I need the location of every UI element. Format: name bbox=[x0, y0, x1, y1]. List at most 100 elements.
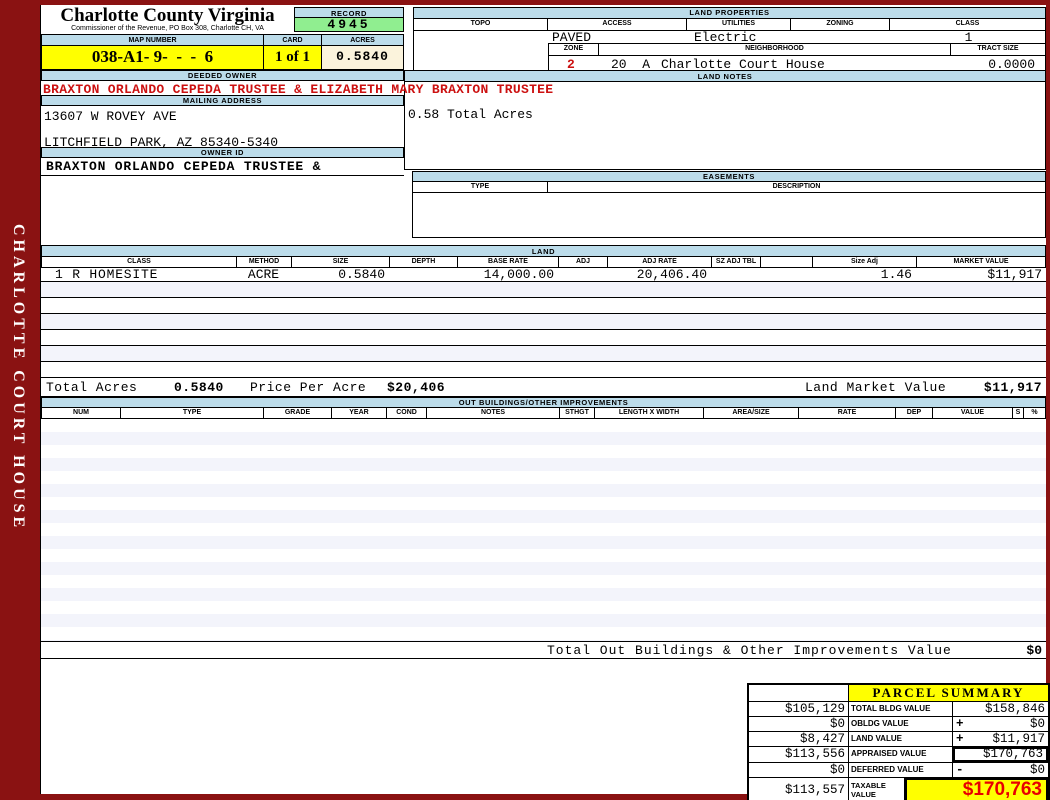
owner-id-header: OWNER ID bbox=[41, 147, 404, 158]
ps-row-obldg: $0 OBLDG VALUE + $0 bbox=[749, 716, 1048, 731]
land-empty-row bbox=[41, 362, 1046, 378]
ps-label-deferred: DEFERRED VALUE bbox=[849, 763, 953, 777]
land-properties-values: PAVED Electric 1 bbox=[414, 30, 1045, 45]
land-col-size: SIZE bbox=[292, 257, 390, 267]
ps-label-total-bldg: TOTAL BLDG VALUE bbox=[849, 702, 953, 716]
ob-col-num: NUM bbox=[42, 408, 121, 418]
address-line1: 13607 W ROVEY AVE bbox=[44, 109, 177, 124]
ps-row-deferred: $0 DEFERRED VALUE - $0 bbox=[749, 762, 1048, 777]
sidebar-vertical-banner: CHARLOTTE COURT HOUSE bbox=[10, 224, 27, 532]
ob-col-notes: NOTES bbox=[427, 408, 560, 418]
map-number-value: 038-A1- 9- - - 6 bbox=[42, 46, 264, 69]
mailing-address-box: 13607 W ROVEY AVE LITCHFIELD PARK, AZ 85… bbox=[41, 106, 404, 149]
out-buildings-empty-area bbox=[41, 419, 1046, 641]
card-label: CARD bbox=[264, 35, 322, 45]
ps-row-total-bldg: $105,129 TOTAL BLDG VALUE $158,846 bbox=[749, 701, 1048, 716]
parcel-summary: PARCEL SUMMARY $105,129 TOTAL BLDG VALUE… bbox=[747, 683, 1050, 800]
parcel-summary-title: PARCEL SUMMARY bbox=[849, 685, 1048, 701]
out-buildings-header: OUT BUILDINGS/OTHER IMPROVEMENTS bbox=[41, 397, 1046, 408]
ob-col-pct-comp: % COMP bbox=[1031, 409, 1038, 416]
county-title: Charlotte County Virginia bbox=[60, 5, 275, 26]
neighborhood-label: NEIGHBORHOOD bbox=[599, 44, 951, 55]
easements-columns: TYPE DESCRIPTION bbox=[412, 182, 1046, 193]
land-col-adj-rate: ADJ RATE bbox=[608, 257, 712, 267]
land-empty-row bbox=[41, 330, 1046, 346]
ob-col-length-width: LENGTH X WIDTH bbox=[595, 408, 704, 418]
parcel-summary-empty-cell bbox=[749, 685, 849, 701]
ob-col-type: TYPE bbox=[121, 408, 264, 418]
ps-value-deferred: $0 bbox=[1029, 763, 1045, 777]
utilities-value: Electric bbox=[694, 30, 757, 45]
ps-row-appraised: $113,556 APPRAISED VALUE $170,763 bbox=[749, 746, 1048, 762]
land-col-sz-adj-tbl: SZ ADJ TBL bbox=[712, 257, 761, 267]
record-value: 4945 bbox=[294, 18, 404, 32]
utilities-label: UTILITIES bbox=[687, 19, 791, 30]
acres-label: ACRES bbox=[322, 35, 403, 45]
access-label: ACCESS bbox=[548, 19, 687, 30]
ps-label-appraised: APPRAISED VALUE bbox=[849, 747, 953, 762]
land-section-header: LAND bbox=[41, 245, 1046, 257]
zone-label: ZONE bbox=[549, 44, 599, 55]
out-buildings-total-label: Total Out Buildings & Other Improvements… bbox=[547, 643, 952, 658]
land-properties-header: LAND PROPERTIES bbox=[413, 7, 1046, 18]
ps-op-obldg: + bbox=[956, 717, 964, 731]
land-market-value-total: $11,917 bbox=[983, 380, 1042, 395]
land-class-value: 1 R HOMESITE bbox=[55, 267, 159, 282]
price-per-acre-value: $20,406 bbox=[387, 380, 446, 395]
land-properties-table: TOPO ACCESS UTILITIES ZONING CLASS PAVED… bbox=[413, 18, 1046, 74]
ps-taxable-value: $170,763 bbox=[905, 778, 1048, 800]
ob-col-sthgt: STHGT bbox=[560, 408, 595, 418]
deeded-owner-header: DEEDED OWNER bbox=[41, 70, 404, 81]
ps-value-obldg: $0 bbox=[1029, 717, 1045, 731]
tract-size-label: TRACT SIZE bbox=[977, 45, 1019, 52]
parcel-summary-title-row: PARCEL SUMMARY bbox=[749, 685, 1048, 701]
total-acres-value: 0.5840 bbox=[174, 380, 224, 395]
land-size-adj-value: 1.46 bbox=[880, 267, 912, 282]
ps-label-obldg: OBLDG VALUE bbox=[849, 717, 953, 731]
ps-row-land: $8,427 LAND VALUE + $11,917 bbox=[749, 731, 1048, 746]
ps-op-land: + bbox=[956, 732, 964, 746]
land-col-class: CLASS bbox=[42, 257, 237, 267]
commissioner-line: Commissioner of the Revenue, PO Box 308,… bbox=[71, 25, 264, 32]
easements-header: EASEMENTS bbox=[412, 171, 1046, 182]
land-notes-header: LAND NOTES bbox=[404, 70, 1046, 82]
ob-col-year: YEAR bbox=[332, 408, 387, 418]
ps-prior-taxable: $113,557 bbox=[749, 778, 849, 800]
zone-subtable: ZONE NEIGHBORHOOD TRACT SIZE 2 20 A Char… bbox=[548, 43, 1045, 73]
map-number-label: MAP NUMBER bbox=[42, 35, 264, 45]
property-record-card: CHARLOTTE COURT HOUSE Charlotte County V… bbox=[0, 0, 1050, 800]
ps-prior-obldg: $0 bbox=[749, 717, 849, 731]
price-per-acre-label: Price Per Acre bbox=[250, 380, 367, 395]
card-content: Charlotte County Virginia Commissioner o… bbox=[40, 5, 1050, 800]
county-header: Charlotte County Virginia Commissioner o… bbox=[41, 5, 294, 33]
land-col-method: METHOD bbox=[237, 257, 292, 267]
easements-box bbox=[412, 193, 1046, 238]
out-buildings-total-value: $0 bbox=[1026, 643, 1042, 658]
land-empty-row bbox=[41, 298, 1046, 314]
land-col-depth: DEPTH bbox=[390, 257, 458, 267]
land-empty-row bbox=[41, 282, 1046, 298]
land-totals-row: Total Acres 0.5840 Price Per Acre $20,40… bbox=[41, 378, 1046, 397]
ps-prior-total-bldg: $105,129 bbox=[749, 702, 849, 716]
land-notes-text: 0.58 Total Acres bbox=[408, 107, 533, 122]
ps-value-land: $11,917 bbox=[992, 732, 1045, 746]
ps-label-taxable: TAXABLE VALUE bbox=[849, 778, 905, 800]
land-col-size-adj: Size Adj bbox=[813, 257, 917, 267]
ps-prior-deferred: $0 bbox=[749, 763, 849, 777]
land-data-row: 1 R HOMESITE ACRE 0.5840 14,000.00 20,40… bbox=[41, 268, 1046, 282]
zoning-label: ZONING bbox=[791, 19, 890, 30]
ob-col-rate: RATE bbox=[799, 408, 896, 418]
owner-id-value: BRAXTON ORLANDO CEPEDA TRUSTEE & bbox=[46, 159, 322, 174]
class-label: CLASS bbox=[955, 20, 980, 27]
land-empty-row bbox=[41, 314, 1046, 330]
ob-col-area-size: AREA/SIZE bbox=[704, 408, 799, 418]
ps-label-land: LAND VALUE bbox=[849, 732, 953, 746]
card-value: 1 of 1 bbox=[264, 46, 322, 69]
ps-value-appraised: $170,763 bbox=[982, 747, 1043, 761]
acres-value: 0.5840 bbox=[322, 46, 403, 69]
land-col-adj: ADJ bbox=[559, 257, 608, 267]
total-acres-label: Total Acres bbox=[46, 380, 138, 395]
land-empty-row bbox=[41, 346, 1046, 362]
deeded-owner-value: BRAXTON ORLANDO CEPEDA TRUSTEE & ELIZABE… bbox=[43, 82, 554, 97]
easement-description-label: DESCRIPTION bbox=[772, 183, 821, 190]
